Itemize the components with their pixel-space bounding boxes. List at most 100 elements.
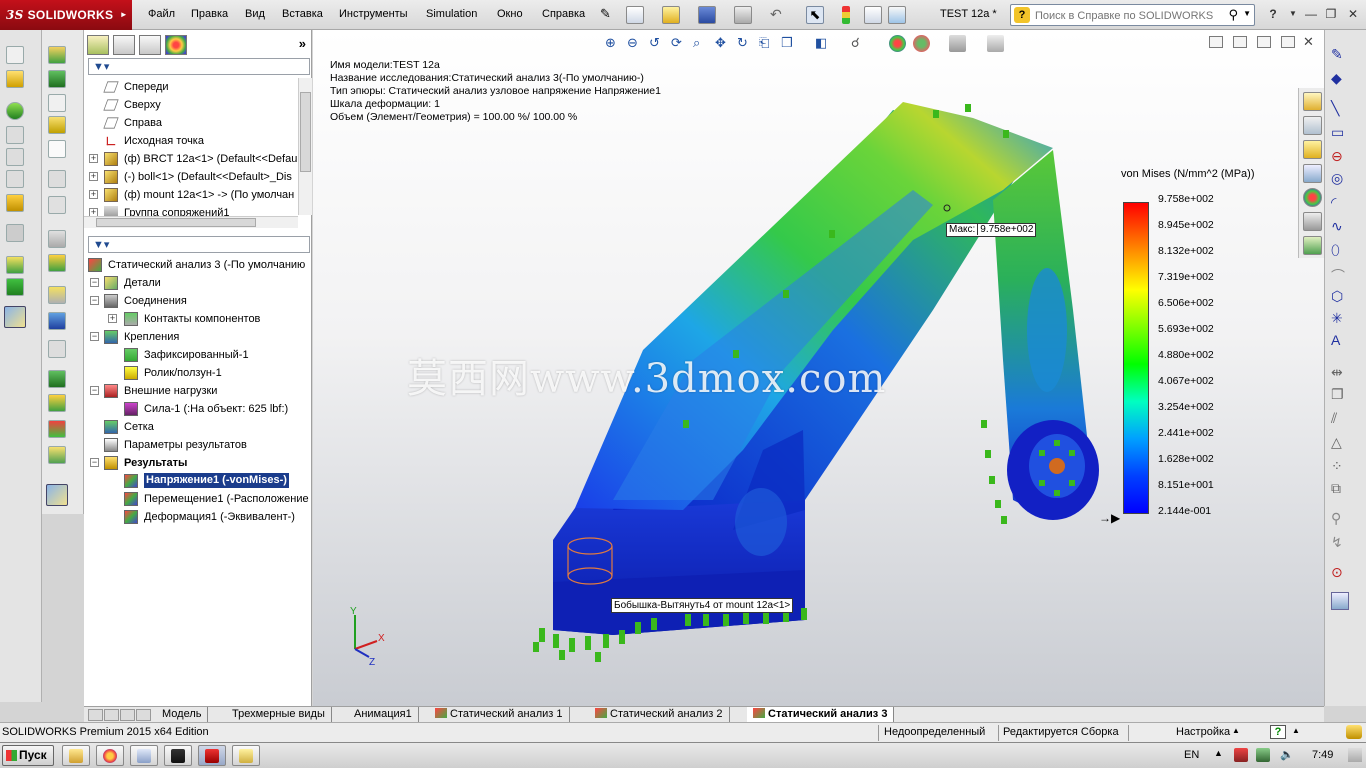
study-tree-item[interactable]: Сетка <box>84 418 312 436</box>
tree-item[interactable]: + (ф) BRCT 12a<1> (Default<<Defau <box>84 150 312 168</box>
minimize-button[interactable]: — <box>1302 6 1320 22</box>
volume-icon[interactable]: 🔈 <box>1280 748 1294 762</box>
component-pattern-icon[interactable] <box>6 102 24 120</box>
line-icon[interactable]: ╲ <box>1331 100 1349 118</box>
close-button[interactable]: ✕ <box>1344 6 1362 22</box>
file-properties-icon[interactable] <box>864 6 882 24</box>
tab-static-study-1[interactable]: Статический анализ 1 <box>429 707 570 723</box>
convert-entities-icon[interactable]: ❐ <box>1331 386 1349 404</box>
tree-vertical-scrollbar[interactable] <box>298 78 312 215</box>
results-advisor-icon[interactable] <box>48 116 66 134</box>
help-dropdown-icon[interactable]: ▼ <box>1284 6 1302 22</box>
display-manager-tab[interactable] <box>165 35 187 55</box>
study-tree-item[interactable]: Перемещение1 (-Расположение <box>84 490 312 508</box>
property-manager-tab[interactable] <box>113 35 135 55</box>
expand-icon[interactable]: − <box>90 386 99 395</box>
first-tab-button[interactable] <box>88 709 103 721</box>
tray-expand-icon[interactable]: ▲ <box>1214 748 1228 762</box>
feature-tree-filter[interactable]: ▼▾ <box>88 58 310 75</box>
shell-manager-icon[interactable] <box>48 312 66 330</box>
network-icon[interactable] <box>1256 748 1270 762</box>
trim-icon[interactable]: ⇹ <box>1331 364 1349 382</box>
tree-item[interactable]: Сверху <box>84 96 312 114</box>
study-tree-item[interactable]: + Контакты компонентов <box>84 310 312 328</box>
quick-tips-icon[interactable]: ? <box>1270 725 1286 739</box>
move-component-icon[interactable] <box>6 126 24 144</box>
study-tree-item[interactable]: Сила-1 (:На объект: 625 lbf:) <box>84 400 312 418</box>
prev-tab-button[interactable] <box>104 709 119 721</box>
simulation-advisor-icon[interactable] <box>1303 236 1322 255</box>
text-icon[interactable]: A <box>1331 332 1349 350</box>
move-entities-icon[interactable]: ⧉ <box>1331 480 1349 498</box>
repair-sketch-icon[interactable]: ↯ <box>1331 534 1349 552</box>
show-desktop-button[interactable] <box>1348 748 1362 762</box>
plot-tools-icon[interactable] <box>48 196 66 214</box>
von-mises-legend[interactable]: von Mises (N/mm^2 (MPa)) 9.758e+002 8.945… <box>1099 164 1323 525</box>
expand-icon[interactable]: − <box>90 278 99 287</box>
expand-tabs-icon[interactable]: » <box>299 36 306 51</box>
tree-item[interactable]: + (ф) mount 12a<1> -> (По умолчан <box>84 186 312 204</box>
clock[interactable]: 7:49 <box>1312 749 1333 761</box>
study-tree-item[interactable]: Деформация1 (-Эквивалент-) <box>84 508 312 526</box>
menu-view[interactable]: Вид <box>245 8 265 20</box>
scroll-thumb[interactable] <box>300 92 311 172</box>
status-settings[interactable]: Настройка <box>1176 726 1230 738</box>
mirror-entities-icon[interactable]: △ <box>1331 434 1349 452</box>
menu-help[interactable]: Справка <box>542 8 585 20</box>
chevron-down-icon[interactable]: ▼ <box>1243 9 1251 18</box>
fixtures-advisor-icon[interactable] <box>48 230 66 248</box>
help-search-input[interactable] <box>1035 8 1225 23</box>
study-tree-item[interactable]: − Соединения <box>84 292 312 310</box>
menu-window[interactable]: Окно <box>497 8 523 20</box>
settings-dropdown-icon[interactable]: ▲ <box>1232 726 1240 735</box>
rectangle-icon[interactable]: ▭ <box>1331 124 1349 142</box>
exploded-view-icon[interactable] <box>6 278 24 296</box>
simulation-tab-icon[interactable] <box>4 306 26 328</box>
expand-icon[interactable]: + <box>89 154 98 163</box>
connections-advisor-icon[interactable] <box>48 286 66 304</box>
search-icon[interactable]: ⚲ <box>1228 7 1238 23</box>
expand-icon[interactable]: + <box>89 172 98 181</box>
reference-geometry-icon[interactable] <box>6 194 24 212</box>
help-search-box[interactable]: ? ⚲ ▼ <box>1010 4 1255 26</box>
graphics-area[interactable]: ⊕ ⊖ ↺ ⟳ ⌕ ✥ ↻ ⎗ ❒ ◧ ☌ ✕ Имя модели:TEST … <box>313 30 1324 706</box>
study-tree-item[interactable]: − Детали <box>84 274 312 292</box>
tab-3d-views[interactable]: Трехмерные виды <box>222 707 332 723</box>
file-explorer-icon[interactable] <box>1303 140 1322 159</box>
start-button[interactable]: Пуск <box>2 745 54 766</box>
new-motion-study-icon[interactable] <box>6 224 24 242</box>
configuration-manager-tab[interactable] <box>139 35 161 55</box>
next-tab-button[interactable] <box>120 709 135 721</box>
tips-dropdown-icon[interactable]: ▲ <box>1292 726 1300 735</box>
spline-icon[interactable]: ∿ <box>1331 218 1349 236</box>
custom-properties-icon[interactable] <box>1303 212 1322 231</box>
simulation-results-icon[interactable] <box>46 484 68 506</box>
open-folder-icon[interactable] <box>662 6 680 24</box>
arc-icon[interactable]: ◜ <box>1331 194 1349 212</box>
rebuild-icon[interactable] <box>842 6 850 24</box>
study-tree-item[interactable]: Ролик/ползун-1 <box>84 364 312 382</box>
options-icon[interactable] <box>888 6 906 24</box>
expand-icon[interactable]: − <box>90 458 99 467</box>
run-study-icon[interactable] <box>48 94 66 112</box>
print-icon[interactable] <box>734 6 752 24</box>
taskbar-explorer[interactable] <box>62 745 90 766</box>
save-icon[interactable] <box>698 6 716 24</box>
help-icon[interactable]: ? <box>1264 6 1282 22</box>
study-tree-item[interactable]: Параметры результатов <box>84 436 312 454</box>
taskbar-browser[interactable] <box>96 745 124 766</box>
view-palette-icon[interactable] <box>1303 164 1322 183</box>
report-icon[interactable] <box>48 370 66 388</box>
sketch-icon[interactable]: ◆ <box>1331 70 1349 88</box>
point-icon[interactable]: ✳ <box>1331 310 1349 328</box>
taskbar-app[interactable] <box>232 745 260 766</box>
new-document-icon[interactable] <box>626 6 644 24</box>
solidworks-resources-icon[interactable] <box>1303 92 1322 111</box>
input-language[interactable]: EN <box>1184 749 1199 761</box>
menu-insert[interactable]: Вставка <box>282 8 323 20</box>
apply-material-icon[interactable] <box>48 70 66 88</box>
expand-icon[interactable]: − <box>90 296 99 305</box>
tab-animation[interactable]: Анимация1 <box>340 707 419 723</box>
tab-model[interactable]: Модель <box>156 707 209 723</box>
tree-item[interactable]: Справа <box>84 114 312 132</box>
